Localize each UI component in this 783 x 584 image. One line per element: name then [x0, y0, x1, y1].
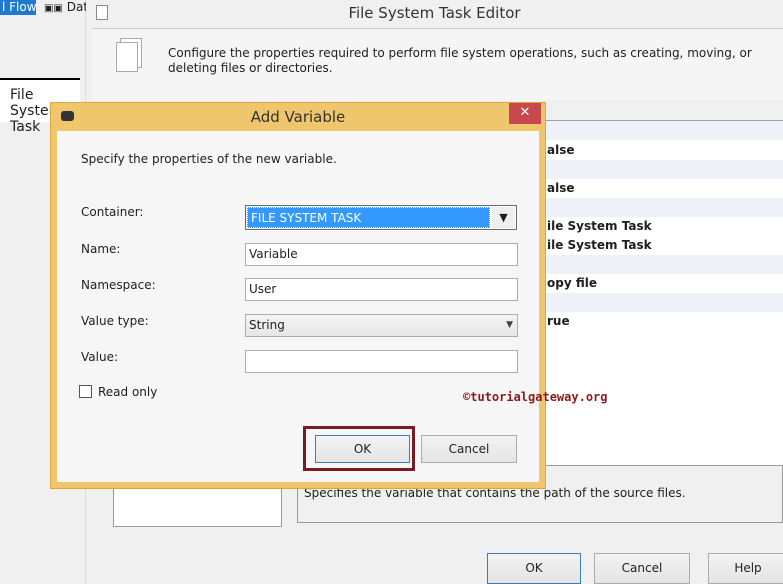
nav-list[interactable] — [113, 485, 282, 527]
read-only-label: Read only — [98, 385, 158, 399]
namespace-input[interactable]: User — [245, 278, 518, 301]
namespace-label: Namespace: — [81, 278, 156, 292]
value-label: Value: — [81, 350, 118, 364]
data-flow-icon: ▣▣ — [44, 3, 63, 14]
chevron-down-icon: ▼ — [506, 320, 513, 330]
dialog-ok-button[interactable]: OK — [315, 435, 410, 463]
value-type-value: String — [249, 318, 285, 332]
editor-title: File System Task Editor — [348, 4, 521, 22]
value-type-label: Value type: — [81, 314, 149, 328]
dialog-cancel-button[interactable]: Cancel — [421, 435, 517, 463]
value-input[interactable] — [245, 350, 518, 373]
editor-cancel-button[interactable]: Cancel — [594, 553, 690, 584]
container-label: Container: — [81, 205, 144, 219]
read-only-checkbox[interactable] — [79, 385, 92, 398]
dialog-instructions: Specify the properties of the new variab… — [81, 152, 337, 166]
container-select[interactable]: FILE SYSTEM TASK ▼ — [245, 205, 517, 230]
container-value: FILE SYSTEM TASK — [247, 207, 490, 228]
tab-data-flow[interactable]: ▣▣ Dat — [44, 0, 86, 15]
files-icon — [116, 42, 138, 72]
editor-ok-button[interactable]: OK — [487, 553, 581, 584]
chevron-down-icon[interactable]: ▼ — [492, 207, 515, 228]
close-button[interactable]: ✕ — [509, 103, 541, 124]
dialog-body: Specify the properties of the new variab… — [57, 131, 539, 482]
value-type-select[interactable]: String ▼ — [245, 314, 518, 337]
tab-control-flow[interactable]: l Flow — [0, 0, 36, 15]
name-input[interactable]: Variable — [245, 243, 518, 266]
tab-data-label: Dat — [66, 0, 86, 14]
editor-description: Configure the properties required to per… — [168, 46, 752, 75]
add-variable-dialog: Add Variable ✕ Specify the properties of… — [50, 102, 546, 489]
editor-help-button[interactable]: Help — [708, 553, 783, 584]
name-label: Name: — [81, 242, 121, 256]
watermark: ©tutorialgateway.org — [463, 390, 608, 404]
dialog-title: Add Variable — [250, 108, 346, 126]
